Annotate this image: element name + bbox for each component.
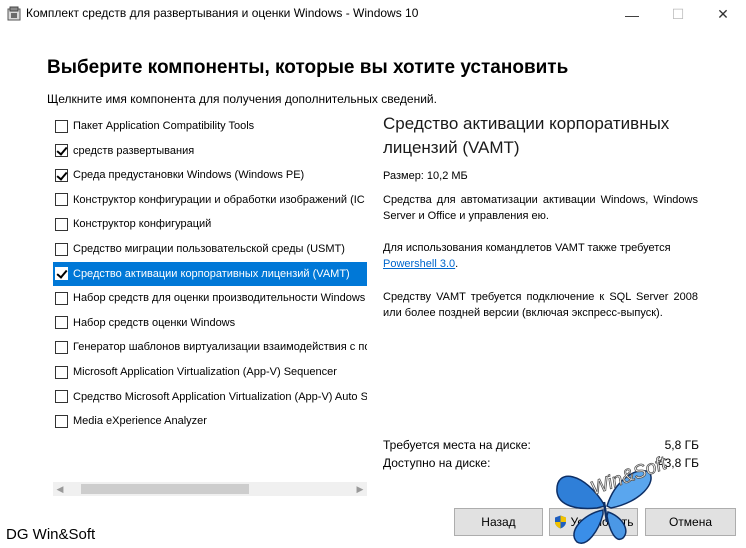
horizontal-scrollbar[interactable]: ◀ ▶ (53, 482, 367, 496)
detail-size: Размер: 10,2 МБ (383, 170, 468, 182)
feature-item[interactable]: Набор средств оценки Windows (53, 311, 367, 335)
checkbox[interactable] (55, 119, 68, 133)
close-icon: ✕ (717, 6, 729, 22)
feature-item[interactable]: Microsoft Application Virtualization (Ap… (53, 360, 367, 384)
disk-required-label: Требуется места на диске: (383, 438, 531, 452)
feature-label[interactable]: Набор средств оценки Windows (73, 317, 235, 329)
setup-package-icon (7, 6, 21, 21)
detail-title: Средство активации корпоративных лицензи… (383, 114, 670, 157)
checkbox[interactable] (55, 365, 68, 379)
maximize-icon: ☐ (671, 6, 685, 22)
checkbox-checked[interactable] (55, 144, 68, 158)
checkbox[interactable] (55, 316, 68, 330)
checkbox-checked[interactable] (55, 168, 68, 182)
feature-label[interactable]: Пакет Application Compatibility Tools (73, 120, 254, 132)
feature-item[interactable]: Средство Microsoft Application Virtualiz… (53, 385, 367, 409)
feature-label[interactable]: средств развертывания (73, 145, 194, 157)
back-button[interactable]: Назад (454, 508, 543, 536)
detail-requirement: Для использования командлетов VAMT также… (383, 240, 698, 272)
disk-available-label: Доступно на диске: (383, 456, 491, 470)
feature-label[interactable]: Среда предустановки Windows (Windows PE) (73, 169, 304, 181)
detail-note: Средству VAMT требуется подключение к SQ… (383, 291, 698, 319)
feature-label[interactable]: Средство Microsoft Application Virtualiz… (73, 391, 367, 403)
feature-label[interactable]: Средство активации корпоративных лицензи… (73, 268, 350, 280)
checkbox[interactable] (55, 291, 68, 305)
feature-list[interactable]: Пакет Application Compatibility Tools сре… (53, 114, 367, 484)
feature-item[interactable]: Пакет Application Compatibility Tools (53, 114, 367, 138)
feature-item[interactable]: Конструктор конфигураций (53, 212, 367, 236)
feature-item[interactable]: Набор средств для оценки производительно… (53, 286, 367, 310)
scroll-left-icon[interactable]: ◀ (53, 482, 67, 496)
page-subtitle: Щелкните имя компонента для получения до… (47, 92, 437, 106)
feature-item[interactable]: Средство миграции пользовательской среды… (53, 237, 367, 261)
back-button-label: Назад (481, 515, 516, 529)
checkbox[interactable] (55, 340, 68, 354)
feature-label[interactable]: Media eXperience Analyzer (73, 415, 207, 427)
feature-item[interactable]: Генератор шаблонов виртуализации взаимод… (53, 335, 367, 359)
feature-label[interactable]: Набор средств для оценки производительно… (73, 292, 365, 304)
detail-description: Средства для автоматизации активации Win… (383, 194, 698, 222)
feature-item[interactable]: средств развертывания (53, 139, 367, 163)
checkbox[interactable] (55, 217, 68, 231)
installer-window: Комплект средств для развертывания и оце… (0, 0, 746, 548)
minimize-button[interactable]: — (609, 0, 655, 29)
requirement-suffix: . (455, 258, 459, 270)
cancel-button-label: Отмена (668, 515, 713, 529)
feature-item[interactable]: Средство активации корпоративных лицензи… (53, 261, 367, 286)
checkbox[interactable] (55, 414, 68, 428)
feature-label[interactable]: Генератор шаблонов виртуализации взаимод… (73, 341, 367, 353)
checkbox[interactable] (55, 242, 68, 256)
feature-item[interactable]: Среда предустановки Windows (Windows PE) (53, 163, 367, 187)
checkbox[interactable] (55, 193, 68, 207)
close-button[interactable]: ✕ (700, 0, 746, 29)
scroll-right-icon[interactable]: ▶ (353, 482, 367, 496)
feature-detail-pane: Средство активации корпоративных лицензи… (383, 112, 698, 319)
feature-item[interactable]: Конструктор конфигурации и обработки изо… (53, 188, 367, 212)
window-title: Комплект средств для развертывания и оце… (26, 6, 419, 20)
title-bar[interactable]: Комплект средств для развертывания и оце… (0, 0, 746, 29)
feature-label[interactable]: Конструктор конфигурации и обработки изо… (73, 194, 365, 206)
maximize-button[interactable]: ☐ (655, 0, 701, 29)
watermark-left: DG Win&Soft (6, 526, 96, 543)
feature-label[interactable]: Конструктор конфигураций (73, 218, 211, 230)
feature-item[interactable]: Media eXperience Analyzer (53, 409, 367, 433)
disk-required-row: Требуется места на диске: 5,8 ГБ (383, 438, 699, 452)
checkbox[interactable] (55, 390, 68, 404)
page-title: Выберите компоненты, которые вы хотите у… (47, 57, 569, 78)
minimize-icon: — (625, 6, 639, 23)
scrollbar-thumb[interactable] (81, 484, 249, 494)
powershell-link[interactable]: Powershell 3.0 (383, 258, 455, 270)
feature-label[interactable]: Microsoft Application Virtualization (Ap… (73, 366, 337, 378)
requirement-text: Для использования командлетов VAMT также… (383, 242, 671, 254)
feature-label[interactable]: Средство миграции пользовательской среды… (73, 243, 345, 255)
checkbox-checked[interactable] (55, 267, 68, 281)
disk-required-value: 5,8 ГБ (664, 438, 699, 452)
